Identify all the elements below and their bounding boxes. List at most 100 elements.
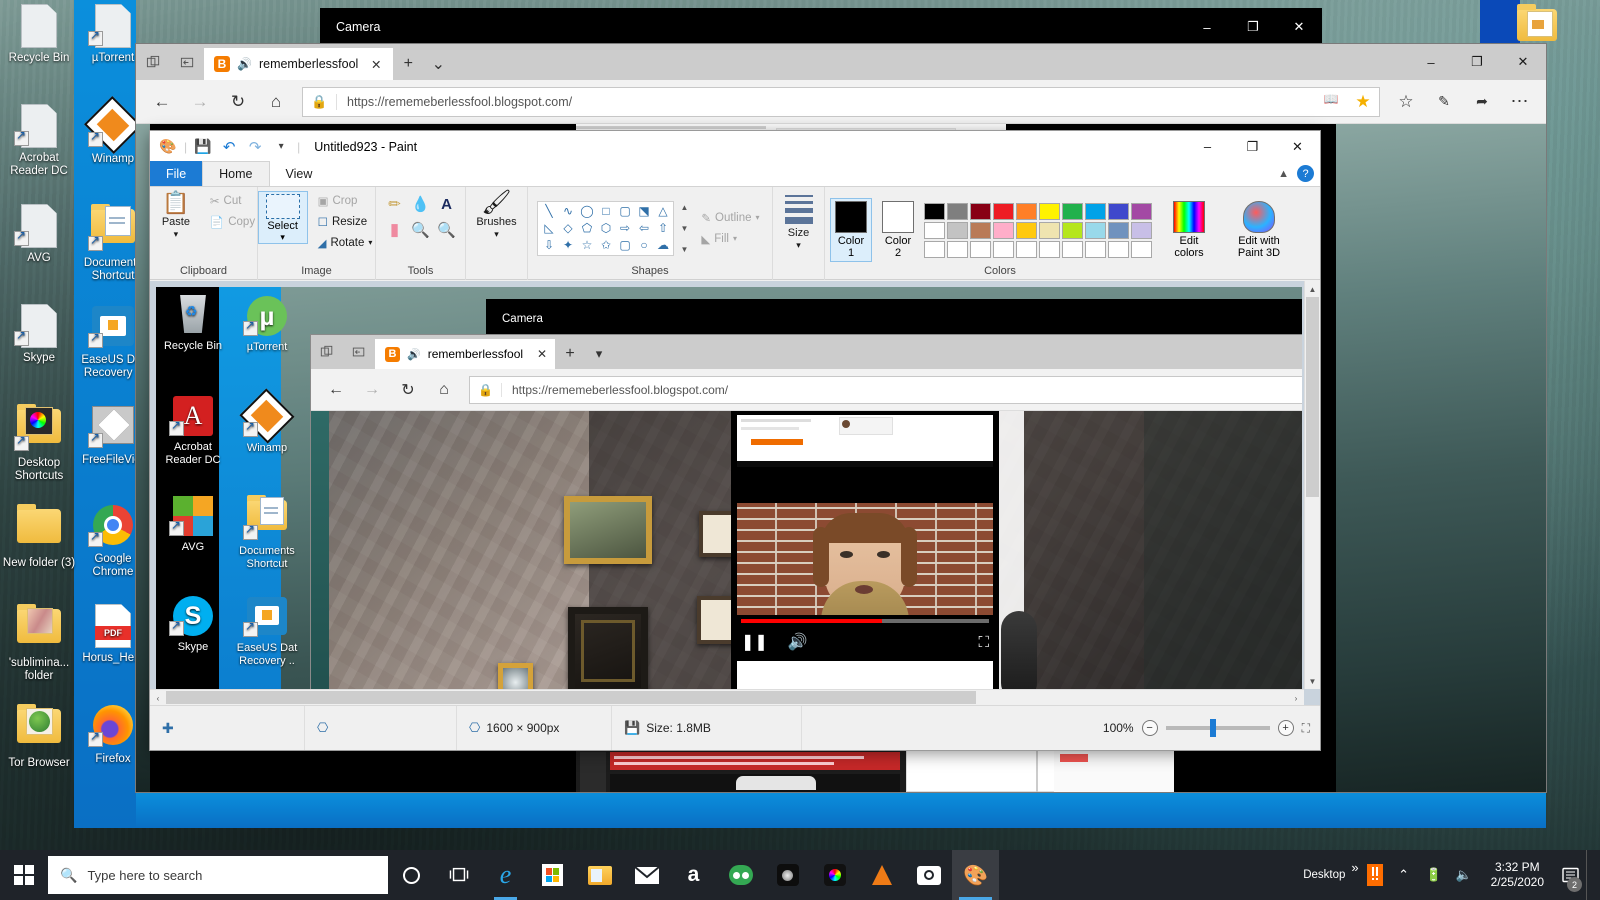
more-settings-icon[interactable]: ⋯ <box>1502 85 1538 119</box>
horizontal-scroll-thumb[interactable] <box>166 691 976 704</box>
zoom-in-button[interactable]: + <box>1277 720 1294 736</box>
share-icon[interactable]: ➦ <box>1464 85 1500 119</box>
palette-swatch-row3-8[interactable] <box>1108 240 1129 258</box>
palette-swatch-row1-1[interactable] <box>947 202 968 220</box>
chevron-down-icon[interactable]: ▾ <box>733 234 737 243</box>
paint-window[interactable]: 🎨 | 💾 ↶ ↷ ▾ | Untitled923 - Paint – ❐ ✕ … <box>150 131 1320 750</box>
set-aside-icon[interactable] <box>170 44 204 80</box>
cortana-icon[interactable] <box>388 850 435 900</box>
taskbar-app-dark-button[interactable] <box>764 850 811 900</box>
chevron-down-icon[interactable]: ▾ <box>796 240 801 251</box>
palette-swatch-row2-5[interactable] <box>1039 221 1060 239</box>
palette-swatch-row1-7[interactable] <box>1085 202 1106 220</box>
palette-swatch-row1-5[interactable] <box>1039 202 1060 220</box>
camera-minimize-button[interactable]: – <box>1184 8 1230 46</box>
palette-swatch-row1-4[interactable] <box>1016 202 1037 220</box>
reading-view-icon[interactable]: 📖 <box>1315 92 1347 112</box>
palette-swatch-row1-3[interactable] <box>993 202 1014 220</box>
paste-button[interactable]: 📋 Paste ▾ <box>149 191 203 240</box>
copy-button[interactable]: 📄 Copy <box>207 212 258 231</box>
show-desktop-button[interactable] <box>1586 850 1596 900</box>
palette-swatch-row1-2[interactable] <box>970 202 991 220</box>
palette-swatch-row2-2[interactable] <box>970 221 991 239</box>
palette-swatch-row3-3[interactable] <box>993 240 1014 258</box>
palette-swatch-row3-2[interactable] <box>970 240 991 258</box>
volume-tray-icon[interactable]: 🔈 <box>1451 850 1477 900</box>
scroll-left-button[interactable]: ‹ <box>150 690 166 705</box>
chevron-down-icon[interactable]: ▾ <box>280 232 285 243</box>
taskbar-paint-button[interactable]: 🎨 <box>952 850 999 900</box>
save-icon[interactable]: 💾 <box>193 137 213 157</box>
camera-maximize-button[interactable]: ❐ <box>1230 8 1276 46</box>
palette-swatch-row3-1[interactable] <box>947 240 968 258</box>
color-palette[interactable] <box>924 202 1152 258</box>
shape-item-14[interactable]: ⇩ <box>539 237 558 254</box>
outline-button[interactable]: ✎ Outline ▾ <box>698 208 762 227</box>
scroll-up-button[interactable]: ▲ <box>1305 281 1320 297</box>
taskbar-file-explorer-button[interactable] <box>576 850 623 900</box>
edge-address-bar[interactable]: 🔒 https://rememeberlessfool.blogspot.com… <box>302 86 1380 117</box>
taskbar-mail-button[interactable] <box>623 850 670 900</box>
color1-button[interactable]: Color 1 <box>830 198 872 262</box>
edge-new-tab-button[interactable]: + <box>393 48 423 80</box>
crop-button[interactable]: ▣ Crop <box>315 191 376 210</box>
palette-swatch-row2-4[interactable] <box>1016 221 1037 239</box>
taskbar-clock[interactable]: 3:32 PM 2/25/2020 <box>1481 860 1554 890</box>
paint-close-button[interactable]: ✕ <box>1275 131 1320 162</box>
undo-icon[interactable]: ↶ <box>219 137 239 157</box>
palette-swatch-row2-9[interactable] <box>1131 221 1152 239</box>
pencil-icon[interactable]: ✏ <box>382 191 408 217</box>
paint-tab-view[interactable]: View <box>270 161 329 186</box>
palette-swatch-row2-7[interactable] <box>1085 221 1106 239</box>
shape-item-6[interactable]: △ <box>653 203 672 220</box>
edge-maximize-button[interactable]: ❐ <box>1454 44 1500 80</box>
size-button[interactable]: Size ▾ <box>772 191 826 251</box>
shape-item-19[interactable]: ○ <box>634 237 653 254</box>
taskbar-edge-button[interactable]: e <box>482 850 529 900</box>
paint-minimize-button[interactable]: – <box>1185 131 1230 162</box>
eraser-icon[interactable]: ▮ <box>382 217 408 243</box>
palette-swatch-row2-3[interactable] <box>993 221 1014 239</box>
home-button-icon[interactable]: ⌂ <box>258 85 294 119</box>
shape-item-9[interactable]: ⬠ <box>577 220 596 237</box>
zoom-slider[interactable] <box>1165 719 1270 737</box>
shape-item-15[interactable]: ✦ <box>558 237 577 254</box>
brushes-button[interactable]: 🖌 Brushes ▾ <box>470 191 524 240</box>
shape-item-3[interactable]: □ <box>596 203 615 220</box>
shape-item-16[interactable]: ☆ <box>577 237 596 254</box>
taskbar-tripadvisor-button[interactable] <box>717 850 764 900</box>
shape-item-2[interactable]: ◯ <box>577 203 596 220</box>
scroll-down-icon[interactable]: ▼ <box>680 224 688 233</box>
desktop-icon-folder-icon[interactable]: Desktop Shortcuts <box>2 404 76 483</box>
shape-item-20[interactable]: ☁ <box>653 237 672 254</box>
taskbar-microsoft-store-button[interactable] <box>529 850 576 900</box>
zoom-out-button[interactable]: − <box>1141 720 1158 736</box>
shape-item-10[interactable]: ⬡ <box>596 220 615 237</box>
avg-tray-icon[interactable] <box>1363 850 1387 900</box>
shape-item-7[interactable]: ◺ <box>539 220 558 237</box>
taskbar-vlc-button[interactable] <box>858 850 905 900</box>
paint-maximize-button[interactable]: ❐ <box>1230 131 1275 162</box>
shape-item-11[interactable]: ⇨ <box>615 220 634 237</box>
battery-icon[interactable]: 🔋 <box>1421 850 1447 900</box>
taskbar-camera-button[interactable] <box>905 850 952 900</box>
scroll-right-button[interactable]: › <box>1288 690 1304 705</box>
vertical-scroll-thumb[interactable] <box>1306 297 1319 497</box>
chevron-down-icon[interactable]: ▾ <box>755 213 759 222</box>
shape-item-0[interactable]: ╲ <box>539 203 558 220</box>
palette-swatch-row3-6[interactable] <box>1062 240 1083 258</box>
action-center-button[interactable]: 2 <box>1558 850 1582 900</box>
taskbar-search-box[interactable]: 🔍 Type here to search <box>48 856 388 894</box>
start-button[interactable] <box>0 850 48 900</box>
color-picker-icon[interactable]: 🔍 <box>408 217 434 243</box>
canvas-horizontal-scrollbar[interactable]: ‹ › <box>150 689 1304 705</box>
rotate-button[interactable]: ◢ Rotate ▾ <box>315 233 376 252</box>
shape-item-1[interactable]: ∿ <box>558 203 577 220</box>
refresh-button-icon[interactable]: ↻ <box>220 85 256 119</box>
paint-title-bar[interactable]: 🎨 | 💾 ↶ ↷ ▾ | Untitled923 - Paint – ❐ ✕ <box>150 131 1320 162</box>
edge-tab-close-button[interactable]: ✕ <box>365 53 387 75</box>
shape-item-4[interactable]: ▢ <box>615 203 634 220</box>
taskbar-amazon-button[interactable]: a <box>670 850 717 900</box>
shape-item-12[interactable]: ⇦ <box>634 220 653 237</box>
make-a-note-icon[interactable]: ✎ <box>1426 85 1462 119</box>
